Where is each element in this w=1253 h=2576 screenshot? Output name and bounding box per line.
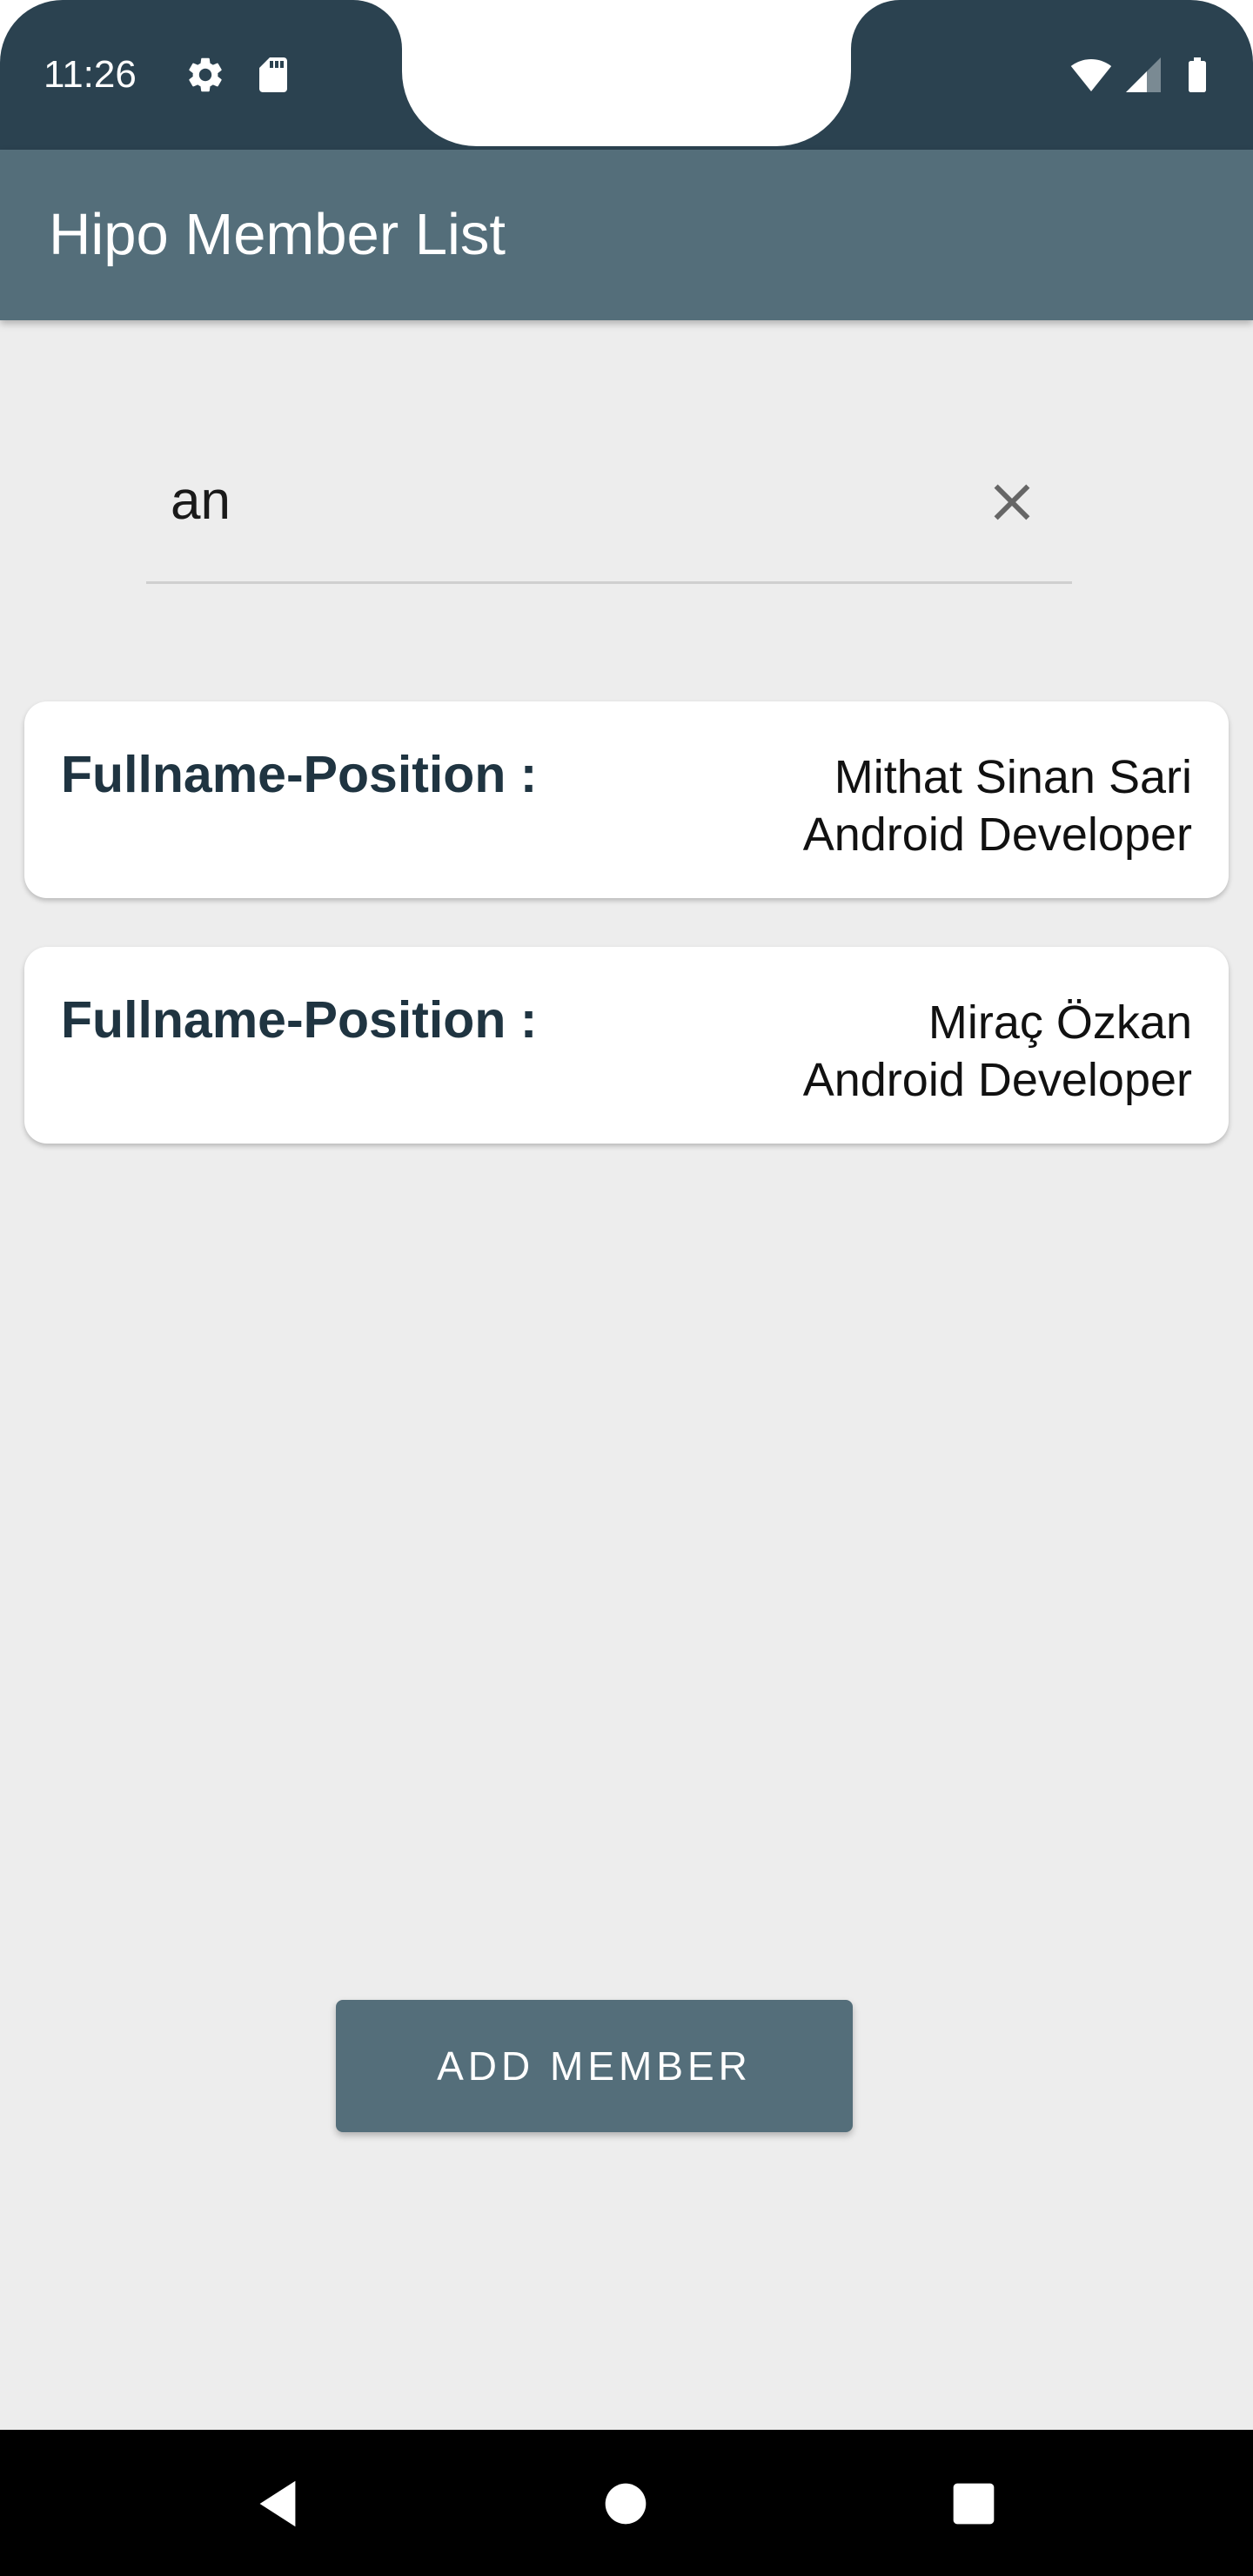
back-icon[interactable]: [247, 2473, 308, 2534]
recents-icon[interactable]: [943, 2473, 1004, 2534]
member-card[interactable]: Fullname-Position : Miraç Özkan Android …: [24, 947, 1229, 1144]
notch-edge-right: [851, 0, 903, 52]
navigation-bar: [0, 2430, 1253, 2576]
battery-icon: [1176, 54, 1218, 96]
member-label: Fullname-Position :: [61, 991, 538, 1049]
search-input-value[interactable]: an: [171, 466, 231, 536]
cell-signal-icon: [1122, 54, 1164, 96]
wifi-icon: [1070, 54, 1112, 96]
search-input[interactable]: an: [146, 435, 1072, 584]
gear-icon: [184, 54, 226, 96]
status-bar: 11:26: [0, 0, 1253, 150]
member-card[interactable]: Fullname-Position : Mithat Sinan Sari An…: [24, 701, 1229, 898]
close-icon[interactable]: [982, 472, 1042, 533]
app-title: Hipo Member List: [49, 202, 506, 267]
sd-card-icon: [252, 54, 294, 96]
status-time: 11:26: [44, 53, 137, 96]
app-bar: Hipo Member List: [0, 150, 1253, 320]
member-fullname-position: Mithat Sinan Sari Android Developer: [802, 751, 1192, 861]
display-notch: [402, 0, 851, 146]
member-fullname-position: Miraç Özkan Android Developer: [802, 996, 1192, 1106]
add-member-button[interactable]: ADD MEMBER: [336, 2000, 853, 2132]
home-icon[interactable]: [595, 2473, 656, 2534]
member-label: Fullname-Position :: [61, 746, 538, 803]
notch-edge-left: [350, 0, 402, 52]
